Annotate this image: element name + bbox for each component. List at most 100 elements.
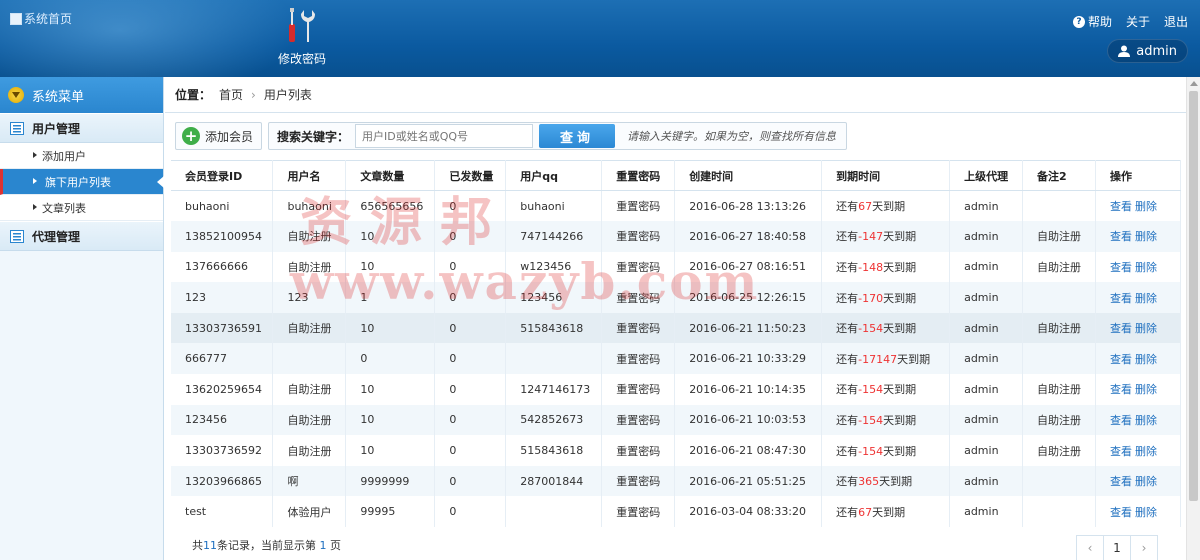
- view-link[interactable]: 查看: [1110, 414, 1132, 427]
- sidebar-item-article-list[interactable]: 文章列表: [0, 195, 163, 221]
- sidebar-group-agent-management[interactable]: 代理管理: [0, 221, 163, 251]
- cell-note: 自助注册: [1022, 374, 1096, 405]
- breadcrumb-home[interactable]: 首页: [219, 86, 243, 103]
- expire-days: 67: [858, 200, 873, 214]
- expire-suffix: 天到期: [879, 475, 913, 489]
- search-input[interactable]: [355, 124, 534, 148]
- delete-link[interactable]: 删除: [1135, 200, 1157, 213]
- view-link[interactable]: 查看: [1110, 475, 1132, 488]
- cell-reset-password[interactable]: 重置密码: [601, 435, 676, 466]
- sidebar-item-add-user[interactable]: 添加用户: [0, 143, 163, 169]
- table-header: 重置密码: [601, 160, 676, 191]
- cell-created-time: 2016-06-21 08:47:30: [674, 435, 823, 466]
- logo-link[interactable]: 系统首页: [10, 10, 72, 27]
- view-link[interactable]: 查看: [1110, 445, 1132, 458]
- view-link[interactable]: 查看: [1110, 200, 1132, 213]
- reset-password-link[interactable]: 重置密码: [616, 506, 660, 519]
- cell-username: 自助注册: [272, 435, 347, 466]
- table-row: 123456 自助注册 10 0 542852673 重置密码 2016-06-21 10:…: [171, 404, 1182, 436]
- cell-reset-password[interactable]: 重置密码: [601, 496, 676, 528]
- reset-password-link[interactable]: 重置密码: [616, 445, 660, 458]
- table-row: 13620259654 自助注册 10 0 1247146173 重置密码 2016-06-…: [171, 374, 1182, 405]
- about-link[interactable]: 关于: [1126, 13, 1150, 30]
- delete-link[interactable]: 删除: [1135, 261, 1157, 274]
- table-row: 13203966865 啊 9999999 0 287001844 重置密码 2016-06…: [171, 465, 1182, 497]
- cell-article-count: 10: [345, 221, 436, 252]
- cell-note: [1022, 190, 1096, 222]
- delete-link[interactable]: 删除: [1135, 414, 1157, 427]
- cell-login-id: 123: [171, 282, 274, 313]
- reset-password-link[interactable]: 重置密码: [616, 200, 660, 213]
- reset-password-link[interactable]: 重置密码: [616, 261, 660, 274]
- logout-link[interactable]: 退出: [1164, 13, 1188, 30]
- cell-sent-count: 0: [434, 465, 507, 497]
- view-link[interactable]: 查看: [1110, 506, 1132, 519]
- cell-login-id: 13303736591: [171, 312, 274, 344]
- user-badge[interactable]: admin: [1107, 39, 1188, 63]
- top-header: 系统首页 修改密码 ? 帮助 关于 退出 admin: [0, 0, 1200, 77]
- reset-password-link[interactable]: 重置密码: [616, 414, 660, 427]
- view-link[interactable]: 查看: [1110, 261, 1132, 274]
- cell-sent-count: 0: [434, 312, 507, 344]
- view-link[interactable]: 查看: [1110, 383, 1132, 396]
- help-icon: ?: [1072, 15, 1085, 28]
- delete-link[interactable]: 删除: [1135, 475, 1157, 488]
- page-number-button[interactable]: 1: [1103, 535, 1131, 560]
- cell-reset-password[interactable]: 重置密码: [601, 465, 676, 497]
- cell-article-count: 1: [345, 282, 436, 313]
- delete-link[interactable]: 删除: [1135, 322, 1157, 335]
- view-link[interactable]: 查看: [1110, 353, 1132, 366]
- cell-reset-password[interactable]: 重置密码: [601, 374, 676, 405]
- cell-reset-password[interactable]: 重置密码: [601, 312, 676, 344]
- cell-reset-password[interactable]: 重置密码: [601, 190, 676, 222]
- reset-password-link[interactable]: 重置密码: [616, 383, 660, 396]
- change-password-button[interactable]: 修改密码: [275, 8, 329, 67]
- cell-login-id: buhaoni: [171, 190, 274, 222]
- expire-days: -154: [858, 322, 884, 336]
- cell-reset-password[interactable]: 重置密码: [601, 404, 676, 436]
- sidebar-group-user-management[interactable]: 用户管理: [0, 113, 163, 143]
- scroll-up-icon[interactable]: [1190, 81, 1198, 86]
- scroll-thumb[interactable]: [1189, 91, 1198, 501]
- reset-password-link[interactable]: 重置密码: [616, 322, 660, 335]
- cell-reset-password[interactable]: 重置密码: [601, 343, 676, 375]
- view-link[interactable]: 查看: [1110, 322, 1132, 335]
- cell-expire-time: 还有365天到期: [821, 465, 951, 497]
- view-link[interactable]: 查看: [1110, 292, 1132, 305]
- cell-sent-count: 0: [434, 343, 507, 375]
- cell-qq: 123456: [505, 282, 603, 313]
- cell-username: 自助注册: [272, 251, 347, 283]
- cell-expire-time: 还有-154天到期: [821, 374, 951, 405]
- cell-note: 自助注册: [1022, 221, 1096, 252]
- expire-suffix: 天到期: [883, 322, 917, 336]
- sidebar-group-label: 用户管理: [32, 121, 81, 136]
- cell-login-id: 13203966865: [171, 465, 274, 497]
- view-link[interactable]: 查看: [1110, 230, 1132, 243]
- delete-link[interactable]: 删除: [1135, 230, 1157, 243]
- cell-agent: admin: [949, 404, 1024, 436]
- expire-days: 365: [858, 475, 880, 489]
- cell-created-time: 2016-06-21 10:33:29: [674, 343, 823, 375]
- cell-reset-password[interactable]: 重置密码: [601, 251, 676, 283]
- cell-reset-password[interactable]: 重置密码: [601, 221, 676, 252]
- table-row: 13852100954 自助注册 10 0 747144266 重置密码 2016-06-2…: [171, 221, 1182, 252]
- add-member-button[interactable]: + 添加会员: [175, 122, 263, 150]
- help-link[interactable]: ? 帮助: [1072, 13, 1112, 30]
- vertical-scrollbar[interactable]: [1186, 77, 1200, 560]
- sidebar-item-user-list[interactable]: 旗下用户列表: [0, 169, 164, 195]
- search-button[interactable]: 查询: [539, 124, 616, 148]
- delete-link[interactable]: 删除: [1135, 445, 1157, 458]
- reset-password-link[interactable]: 重置密码: [616, 230, 660, 243]
- next-page-button[interactable]: ›: [1130, 535, 1158, 560]
- prev-page-button[interactable]: ‹: [1076, 535, 1104, 560]
- reset-password-link[interactable]: 重置密码: [616, 475, 660, 488]
- table-header: 用户名: [272, 160, 347, 191]
- delete-link[interactable]: 删除: [1135, 292, 1157, 305]
- reset-password-link[interactable]: 重置密码: [616, 292, 660, 305]
- logo-alt-text: 系统首页: [24, 12, 73, 26]
- delete-link[interactable]: 删除: [1135, 383, 1157, 396]
- reset-password-link[interactable]: 重置密码: [616, 353, 660, 366]
- delete-link[interactable]: 删除: [1135, 506, 1157, 519]
- delete-link[interactable]: 删除: [1135, 353, 1157, 366]
- cell-reset-password[interactable]: 重置密码: [601, 282, 676, 313]
